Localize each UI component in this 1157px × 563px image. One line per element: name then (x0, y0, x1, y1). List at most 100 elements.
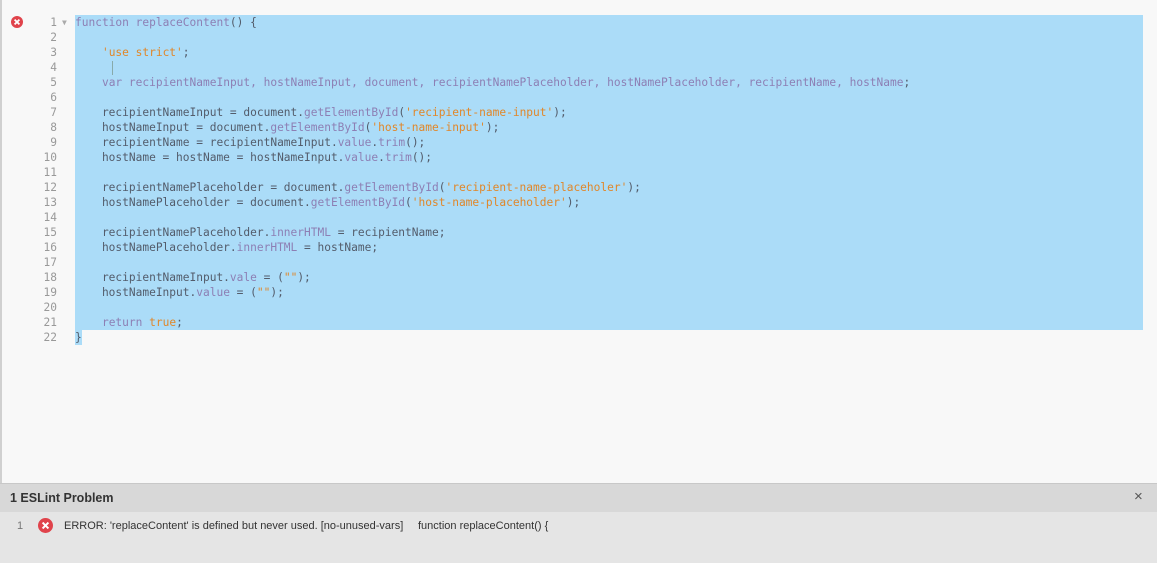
problem-row[interactable]: 1 ERROR: 'replaceContent' is defined but… (0, 514, 1157, 538)
code-editor[interactable]: 1 ▼ function replaceContent() {2 3 'use str… (0, 0, 1157, 483)
code-line[interactable]: 15 recipientNamePlaceholder.innerHTML = … (2, 225, 1157, 240)
code-token: recipientNameInput, hostNameInput, docum… (128, 76, 904, 89)
code-token: ; (176, 316, 183, 329)
line-number: 13 (43, 196, 57, 209)
problems-panel-header: 1 ESLint Problem × (0, 484, 1157, 512)
code-line[interactable]: 9 recipientName = recipientNameInput.val… (2, 135, 1157, 150)
code-token: recipientNamePlaceholder. (75, 226, 271, 239)
problems-panel-title: 1 ESLint Problem (10, 491, 114, 505)
code-token: ; (903, 76, 911, 89)
code-line[interactable]: 1 ▼ function replaceContent() { (2, 15, 1157, 30)
fold-arrow-icon[interactable]: ▼ (62, 15, 67, 30)
code-token: 'recipient-name-placeholer' (445, 181, 628, 194)
code-line[interactable]: 2 (2, 30, 1157, 45)
code-token: 'use strict' (101, 46, 183, 59)
code-token: ); (485, 121, 500, 134)
code-token: getElementById (344, 181, 439, 194)
code-text: } (75, 330, 82, 345)
line-number: 2 (50, 31, 57, 44)
code-token: return (101, 316, 150, 329)
code-line[interactable]: 6 (2, 90, 1157, 105)
code-line[interactable]: 3 'use strict'; (2, 45, 1157, 60)
code-token: (); (405, 136, 426, 149)
code-text: hostName = hostName = hostNameInput.valu… (75, 150, 432, 165)
code-token: ); (270, 286, 284, 299)
code-token: var (101, 76, 129, 89)
code-token: ); (553, 106, 567, 119)
code-line[interactable]: 13 hostNamePlaceholder = document.getEle… (2, 195, 1157, 210)
error-icon (38, 518, 53, 533)
code-text: var recipientNameInput, hostNameInput, d… (75, 75, 910, 90)
selection-highlight (75, 210, 1143, 225)
code-text: function replaceContent() { (75, 15, 257, 30)
code-line[interactable]: 12 recipientNamePlaceholder = document.g… (2, 180, 1157, 195)
line-number: 6 (50, 91, 57, 104)
line-number: 18 (43, 271, 57, 284)
line-number: 9 (50, 136, 57, 149)
code-line[interactable]: 20 (2, 300, 1157, 315)
code-line[interactable]: 18 recipientNameInput.vale = (""); (2, 270, 1157, 285)
code-token: ; (182, 46, 190, 59)
code-line[interactable]: 19 hostNameInput.value = (""); (2, 285, 1157, 300)
code-token: recipientNameInput = document. (75, 106, 305, 119)
close-icon[interactable]: × (1134, 488, 1143, 505)
code-token: hostNameInput. (75, 286, 197, 299)
code-token: getElementById (304, 106, 399, 119)
code-token: ); (566, 196, 581, 209)
code-line[interactable]: 17 (2, 255, 1157, 270)
line-number: 17 (43, 256, 57, 269)
code-line[interactable]: 14 (2, 210, 1157, 225)
code-token: hostNamePlaceholder. (75, 241, 237, 254)
code-line[interactable]: 4 (2, 60, 1157, 75)
code-line[interactable]: 11 (2, 165, 1157, 180)
code-token: hostName = hostName = hostNameInput. (75, 151, 345, 164)
code-token: getElementById (310, 196, 406, 209)
code-token: replaceContent (135, 16, 230, 29)
code-token: trim (378, 136, 406, 149)
code-token: = hostName; (297, 241, 379, 254)
line-number: 5 (50, 76, 57, 89)
code-token: innerHTML (236, 241, 298, 254)
selection-highlight (75, 60, 1143, 75)
code-line[interactable]: 7 recipientNameInput = document.getEleme… (2, 105, 1157, 120)
line-number: 21 (43, 316, 57, 329)
line-number: 1 (50, 16, 57, 29)
line-number: 11 (43, 166, 57, 179)
code-token: value (337, 136, 372, 149)
code-token: (); (411, 151, 433, 164)
code-text: hostNamePlaceholder.innerHTML = hostName… (75, 240, 378, 255)
code-token: () { (229, 16, 257, 29)
code-line[interactable]: 10 hostName = hostName = hostNameInput.v… (2, 150, 1157, 165)
code-text: recipientNamePlaceholder = document.getE… (75, 180, 641, 195)
line-number: 22 (43, 331, 57, 344)
code-text: recipientNameInput = document.getElement… (75, 105, 567, 120)
line-number: 14 (43, 211, 57, 224)
code-token: value (344, 151, 379, 164)
line-number: 8 (50, 121, 57, 134)
code-token: value (196, 286, 230, 299)
line-number: 15 (43, 226, 57, 239)
problem-message: ERROR: 'replaceContent' is defined but n… (64, 520, 404, 532)
code-token: 'recipient-name-input' (405, 106, 554, 119)
code-line[interactable]: 5 var recipientNameInput, hostNameInput,… (2, 75, 1157, 90)
code-token: "" (256, 286, 271, 299)
line-number: 3 (50, 46, 57, 59)
code-line[interactable]: 16 hostNamePlaceholder.innerHTML = hostN… (2, 240, 1157, 255)
code-text: return true; (75, 315, 183, 330)
code-text: hostNamePlaceholder = document.getElemen… (75, 195, 580, 210)
code-text: recipientNamePlaceholder.innerHTML = rec… (75, 225, 446, 240)
line-number: 16 (43, 241, 57, 254)
code-line[interactable]: 22} (2, 330, 1157, 345)
code-line[interactable]: 21 return true; (2, 315, 1157, 330)
selection-highlight (75, 255, 1143, 270)
code-token: true (149, 316, 177, 329)
code-token: 'host-name-placeholder' (411, 196, 567, 209)
code-text: 'use strict'; (75, 45, 190, 60)
code-text: recipientNameInput.vale = (""); (75, 270, 311, 285)
code-line[interactable]: 8 hostNameInput = document.getElementByI… (2, 120, 1157, 135)
line-number: 4 (50, 61, 57, 74)
text-cursor (112, 61, 113, 75)
selection-highlight (75, 45, 1143, 60)
